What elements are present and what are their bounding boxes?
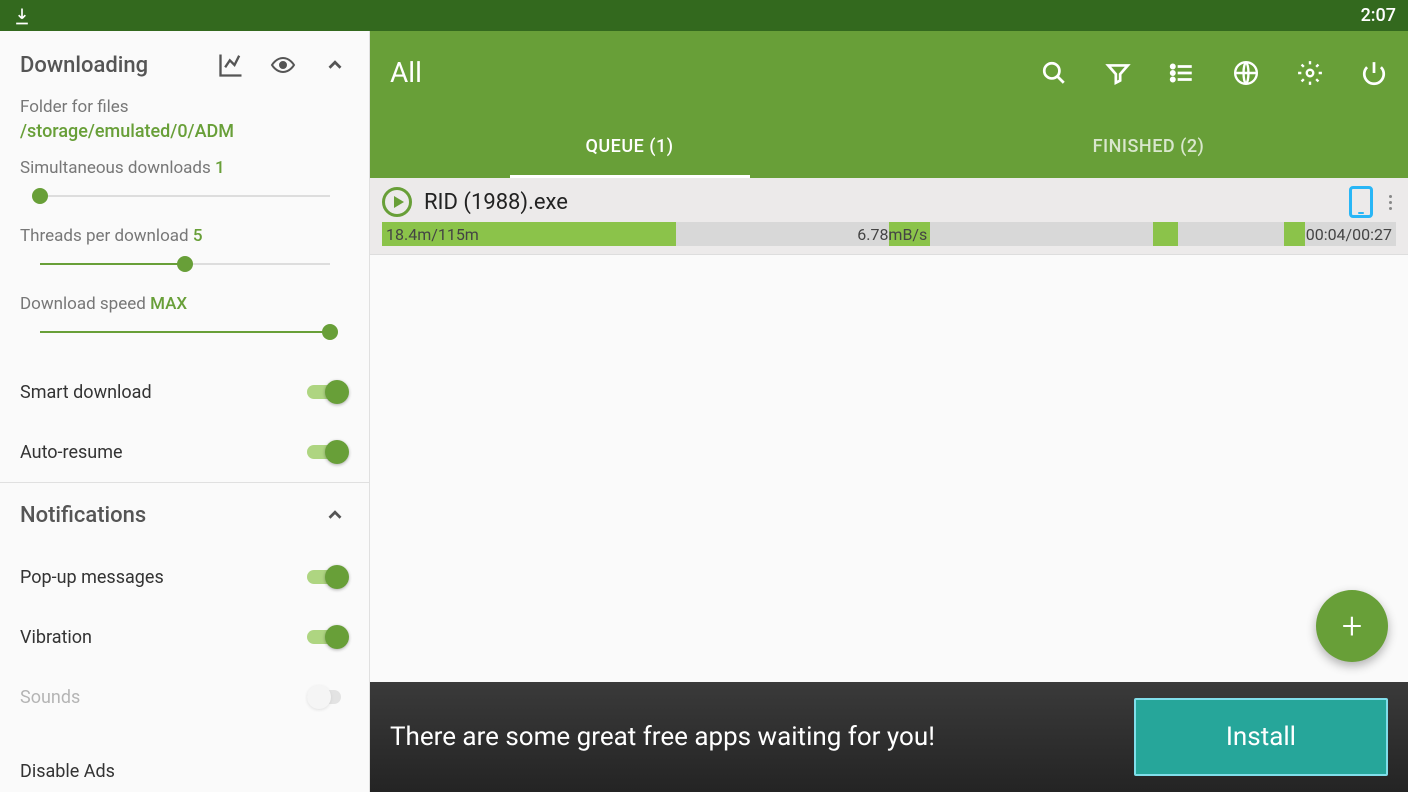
chart-icon[interactable] [217,51,245,79]
main-panel: All QUEUE (1) FINISHED (2) RID (1988).ex… [370,31,1408,792]
divider [0,482,369,483]
list-icon[interactable] [1168,59,1196,87]
popup-messages-toggle[interactable] [307,565,349,589]
popup-messages-row[interactable]: Pop-up messages [20,547,349,607]
auto-resume-row[interactable]: Auto-resume [20,422,349,482]
speed-slider[interactable] [40,322,330,342]
downloading-section-header[interactable]: Downloading [20,51,349,79]
download-list: RID (1988).exe 18.4m/115m 6.78mB/s 00:04… [370,178,1408,792]
tabs: QUEUE (1) FINISHED (2) [370,114,1408,178]
vibration-toggle[interactable] [307,625,349,649]
notifications-title: Notifications [20,503,146,528]
simultaneous-downloads-slider[interactable] [40,186,330,206]
filter-icon[interactable] [1104,59,1132,87]
plus-icon: + [1342,605,1362,647]
play-icon[interactable] [382,187,412,217]
tab-finished[interactable]: FINISHED (2) [889,114,1408,178]
globe-icon[interactable] [1232,59,1260,87]
power-icon[interactable] [1360,59,1388,87]
download-speed-text: 6.78mB/s [483,225,1302,244]
app-bar: All [370,31,1408,114]
notifications-section-header[interactable]: Notifications [20,501,349,529]
sidebar: Downloading Folder for files /storage/em… [0,31,370,792]
simultaneous-downloads-control[interactable]: Simultaneous downloads 1 [20,158,349,206]
folder-label: Folder for files [20,97,349,117]
chevron-up-icon[interactable] [321,51,349,79]
download-progress-bar: 18.4m/115m 6.78mB/s 00:04/00:27 [382,222,1396,246]
sounds-toggle[interactable] [307,685,349,709]
more-icon[interactable] [1385,195,1396,210]
ad-banner: There are some great free apps waiting f… [370,682,1408,792]
threads-per-download-control[interactable]: Threads per download 5 [20,226,349,274]
download-filename: RID (1988).exe [424,190,1337,215]
disable-ads-row[interactable]: Disable Ads [20,761,349,782]
ad-text: There are some great free apps waiting f… [390,722,1114,752]
download-item[interactable]: RID (1988).exe 18.4m/115m 6.78mB/s 00:04… [370,178,1408,255]
search-icon[interactable] [1040,59,1068,87]
download-speed-control[interactable]: Download speed MAX [20,294,349,342]
download-progress-text: 18.4m/115m [382,225,483,244]
smart-download-toggle[interactable] [307,380,349,404]
gear-icon[interactable] [1296,59,1324,87]
tab-queue[interactable]: QUEUE (1) [370,114,889,178]
download-status-icon [12,6,32,26]
vibration-row[interactable]: Vibration [20,607,349,667]
eye-icon[interactable] [269,51,297,79]
threads-slider[interactable] [40,254,330,274]
device-icon [1349,186,1373,218]
status-time: 2:07 [1361,5,1396,26]
status-bar: 2:07 [0,0,1408,31]
add-button[interactable]: + [1316,590,1388,662]
downloading-title: Downloading [20,53,148,78]
sounds-row[interactable]: Sounds [20,667,349,727]
smart-download-row[interactable]: Smart download [20,362,349,422]
auto-resume-toggle[interactable] [307,440,349,464]
folder-path[interactable]: /storage/emulated/0/ADM [20,121,349,142]
download-time-text: 00:04/00:27 [1302,225,1396,244]
install-button[interactable]: Install [1134,698,1388,776]
chevron-up-icon[interactable] [321,501,349,529]
page-title: All [390,56,422,89]
